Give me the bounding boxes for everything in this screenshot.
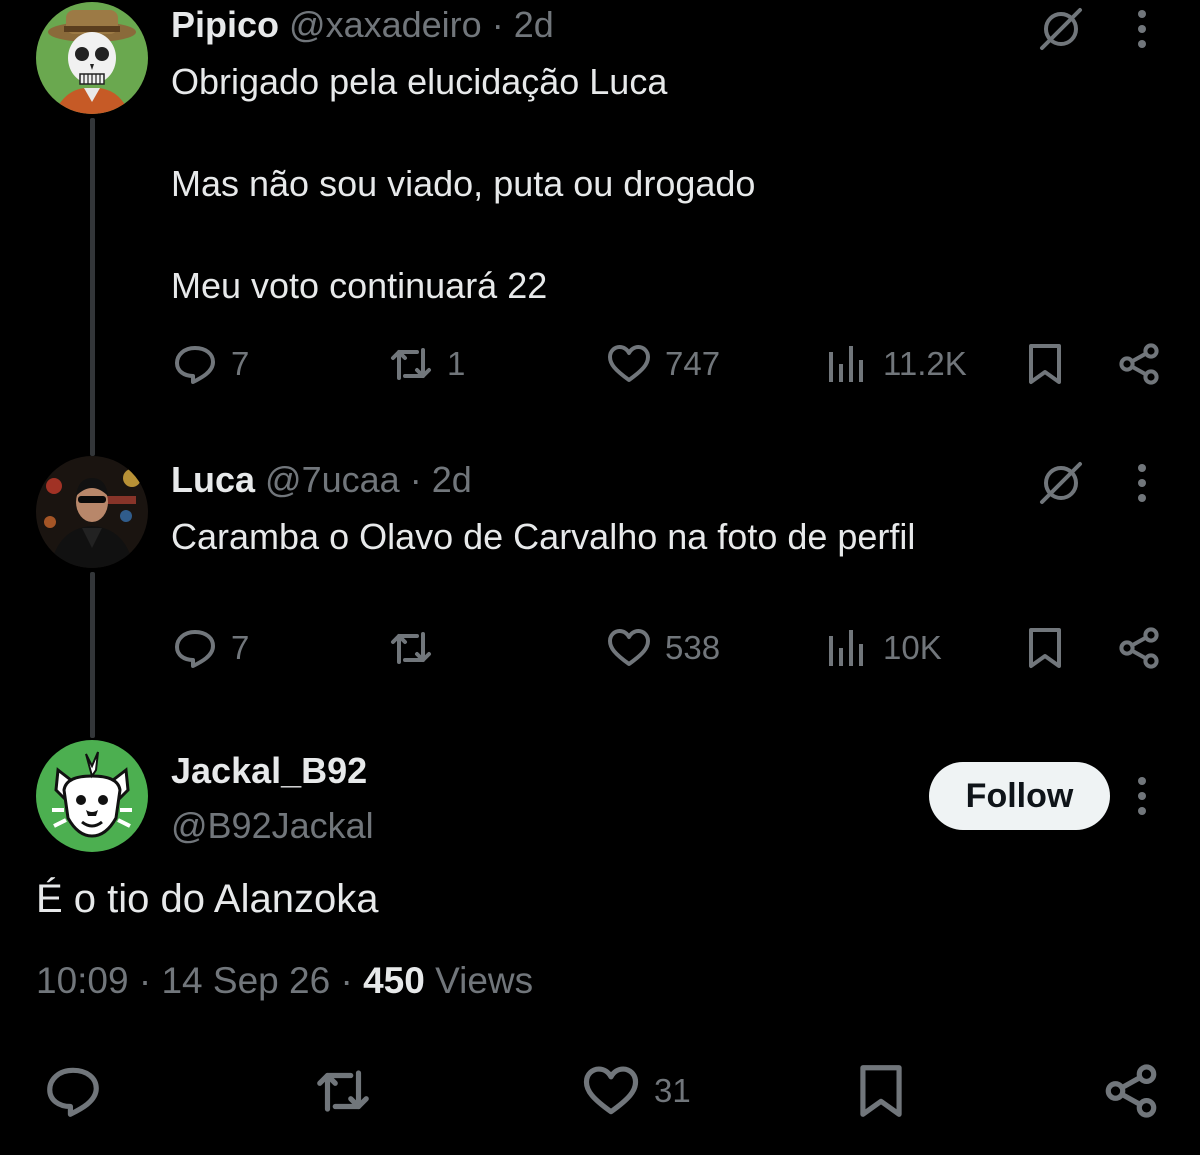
retweet-button[interactable]: 1	[387, 340, 465, 388]
like-count: 747	[665, 345, 721, 382]
tweet-2-text: Caramba o Olavo de Carvalho na foto de p…	[171, 516, 916, 557]
tweet-2-header: Luca @7ucaa · 2d	[171, 459, 472, 501]
tweet-1-separator: ·	[491, 4, 504, 45]
reply-icon	[175, 630, 215, 668]
main-tweet-text: É o tio do Alanzoka	[36, 877, 379, 921]
more-icon[interactable]	[1135, 9, 1149, 49]
thread-line-2	[90, 572, 95, 738]
avatar-luca[interactable]	[36, 456, 148, 568]
views-button[interactable]: 11.2K	[823, 340, 967, 388]
views-count: 11.2K	[883, 345, 967, 382]
main-tweet-date[interactable]: 14 Sep 26	[161, 960, 330, 1001]
retweet-icon	[317, 1070, 369, 1112]
reply-button[interactable]: 7	[171, 624, 249, 672]
share-icon	[1105, 1064, 1157, 1118]
share-button[interactable]	[1115, 624, 1163, 672]
thread-line-1	[90, 118, 95, 456]
tweet-1-header: Pipico @xaxadeiro · 2d	[171, 4, 554, 46]
tweet-1-handle[interactable]: @xaxadeiro	[289, 4, 482, 45]
reply-count: 7	[231, 629, 250, 666]
main-author-name-text[interactable]: Jackal_B92	[171, 750, 367, 791]
like-count: 31	[654, 1072, 691, 1109]
avatar-jackal[interactable]	[36, 740, 148, 852]
like-button[interactable]: 31	[580, 1060, 691, 1122]
bookmark-button[interactable]	[1021, 624, 1069, 672]
tweet-2-time[interactable]: 2d	[432, 459, 472, 500]
main-tweet-meta: 10:09 · 14 Sep 26 · 450 Views	[36, 960, 533, 1002]
reply-button[interactable]	[42, 1060, 104, 1122]
bookmark-icon	[860, 1065, 902, 1117]
views-icon	[829, 630, 863, 666]
grok-icon[interactable]	[1036, 458, 1086, 508]
retweet-button[interactable]	[387, 624, 447, 672]
share-button[interactable]	[1115, 340, 1163, 388]
meta-separator: ·	[138, 960, 152, 1001]
avatar-pipico[interactable]	[36, 2, 148, 114]
reply-count: 7	[231, 345, 250, 382]
follow-button[interactable]: Follow	[929, 762, 1110, 830]
main-author-handle[interactable]: @B92Jackal	[171, 805, 374, 847]
grok-icon[interactable]	[1036, 4, 1086, 54]
share-icon	[1119, 627, 1159, 669]
like-button[interactable]: 747	[605, 340, 720, 388]
tweet-1-text: Obrigado pela elucidação Luca Mas não so…	[171, 61, 756, 306]
reply-button[interactable]: 7	[171, 340, 249, 388]
retweet-button[interactable]	[310, 1060, 376, 1122]
tweet-1-time[interactable]: 2d	[514, 4, 554, 45]
retweet-icon	[391, 632, 431, 664]
main-tweet-views-label: Views	[435, 960, 534, 1001]
views-button[interactable]: 10K	[823, 624, 942, 672]
main-author-name[interactable]: Jackal_B92	[171, 750, 367, 792]
bookmark-button[interactable]	[1021, 340, 1069, 388]
bookmark-icon	[1029, 628, 1061, 668]
like-icon	[608, 345, 650, 382]
tweet-2-handle[interactable]: @7ucaa	[265, 459, 400, 500]
bookmark-button[interactable]	[850, 1060, 912, 1122]
main-tweet-time[interactable]: 10:09	[36, 960, 129, 1001]
tweet-2-separator: ·	[409, 459, 422, 500]
views-icon	[829, 346, 863, 382]
views-count: 10K	[883, 629, 942, 666]
like-count: 538	[665, 629, 721, 666]
main-tweet-views-count: 450	[363, 960, 425, 1001]
reply-icon	[175, 346, 215, 384]
meta-separator: ·	[340, 960, 353, 1001]
retweet-icon	[391, 348, 431, 380]
share-button[interactable]	[1100, 1060, 1162, 1122]
reply-icon	[47, 1067, 99, 1117]
tweet-2-author-name[interactable]: Luca	[171, 459, 255, 500]
like-icon	[583, 1066, 639, 1115]
tweet-1-author-name[interactable]: Pipico	[171, 4, 279, 45]
retweet-count: 1	[447, 345, 466, 382]
more-icon[interactable]	[1135, 776, 1149, 816]
like-icon	[608, 629, 650, 666]
main-author-handle-text[interactable]: @B92Jackal	[171, 805, 374, 846]
more-icon[interactable]	[1135, 463, 1149, 503]
like-button[interactable]: 538	[605, 624, 720, 672]
bookmark-icon	[1029, 344, 1061, 384]
share-icon	[1119, 343, 1159, 385]
